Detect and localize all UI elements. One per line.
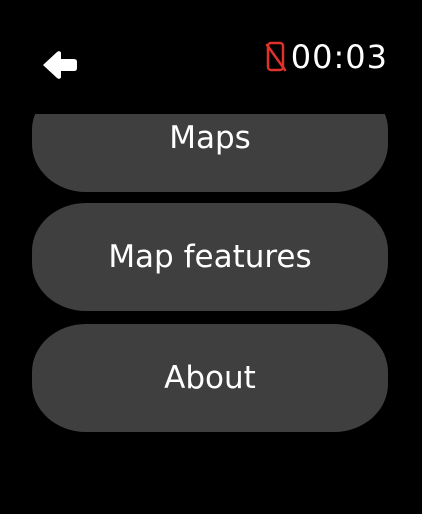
menu-item-map-features[interactable]: Map features [32, 203, 388, 311]
arrow-left-icon [43, 51, 77, 79]
menu-item-label: Map features [108, 239, 312, 275]
menu-item-label: About [164, 360, 256, 396]
back-button[interactable] [40, 48, 80, 82]
menu-item-label: Maps [169, 120, 251, 156]
status-bar: 00:03 [265, 38, 388, 76]
phone-disconnected-icon [265, 40, 287, 74]
menu-item-about[interactable]: About [32, 324, 388, 432]
clock-time: 00:03 [290, 38, 388, 76]
